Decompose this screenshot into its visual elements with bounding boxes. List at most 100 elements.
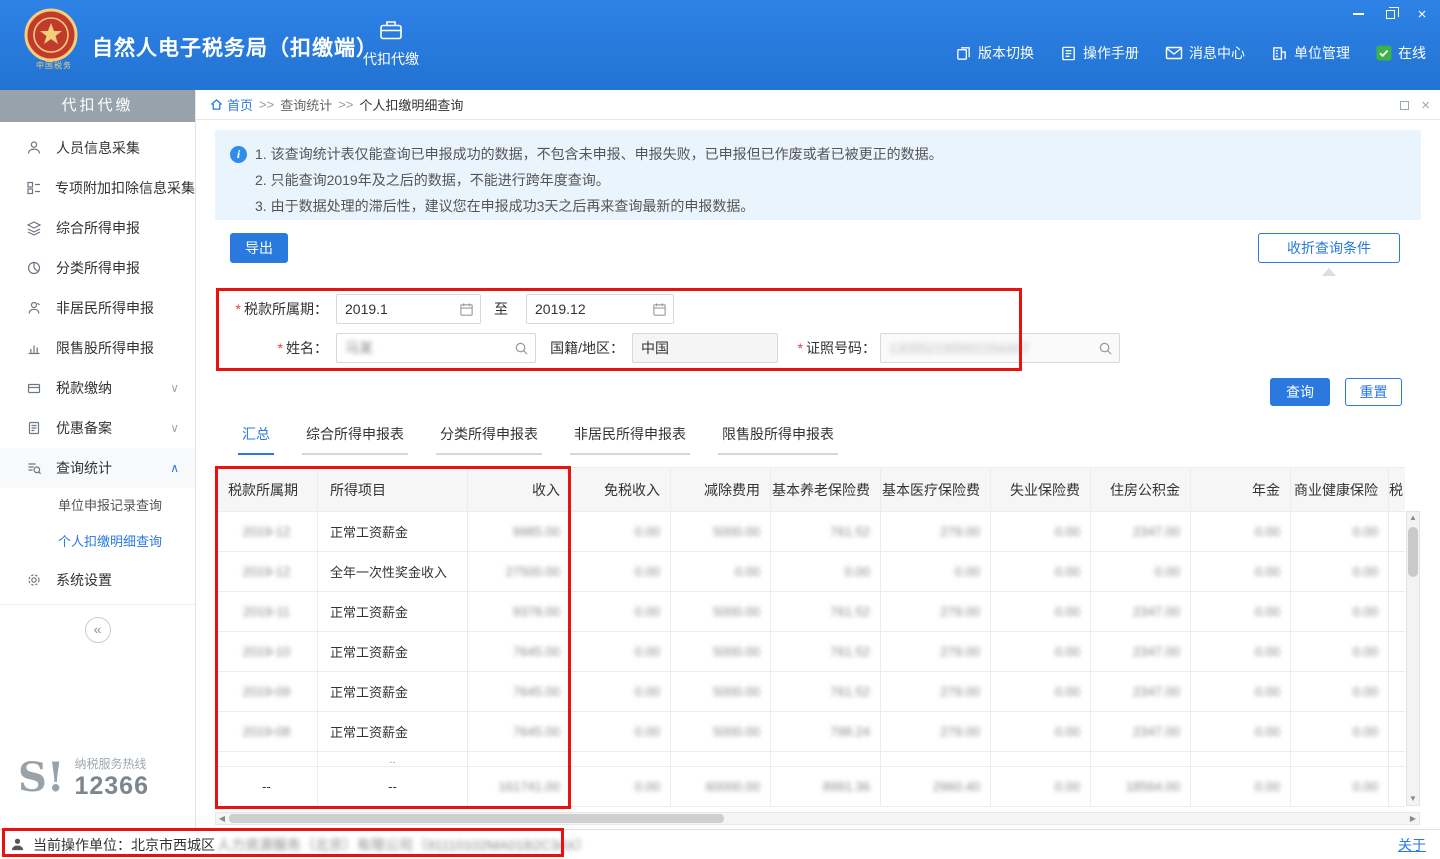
breadcrumb-home-link[interactable]: 首页 [210,95,253,114]
period-to-value: 2019.12 [535,301,586,317]
logo-caption: 中国税务 [24,60,84,71]
required-mark: * [798,340,803,356]
table-cell: 0.00 [1291,767,1389,807]
deduction-collect-icon [26,180,42,196]
horizontal-scrollbar[interactable]: ◀ ▶ [215,812,1420,825]
sidebar-item-restricted-stock-income[interactable]: 限售股所得申报 [0,328,195,368]
table-row[interactable]: 2019-09正常工资薪金7645.000.005000.00761.52279… [216,672,1406,712]
table-cell: 2019-10 [216,632,318,672]
table-cell: 0.00 [1191,512,1291,552]
sidebar-item-nonresident-income[interactable]: 非居民所得申报 [0,288,195,328]
table-cell: 279.00 [881,712,991,752]
calendar-icon[interactable] [652,302,667,317]
tab-summary[interactable]: 汇总 [238,424,274,455]
table-row[interactable]: 2019-12正常工资薪金9985.000.005000.00761.52279… [216,512,1406,552]
period-to-label: 至 [494,294,508,324]
nationality-input[interactable]: 中国 [632,333,778,363]
breadcrumb: 首页 >> 查询统计 >> 个人扣缴明细查询 × [196,90,1440,120]
required-mark: * [278,340,283,356]
table-row[interactable]: ----161741.000.0060000.008991.362960.400… [216,767,1406,807]
nav-message-center[interactable]: 消息中心 [1165,43,1245,63]
sidebar-item-classified-income[interactable]: 分类所得申报 [0,248,195,288]
sidebar-subitem-personal-withholding-detail-query[interactable]: 个人扣缴明细查询 [0,524,195,560]
query-button[interactable]: 查询 [1270,378,1330,406]
table-cell: 0.00 [571,592,671,632]
vertical-scrollbar[interactable]: ▲ ▼ [1406,511,1420,806]
nav-online-status[interactable]: 在线 [1376,43,1426,63]
restore-icon[interactable] [1382,7,1398,21]
collapse-query-button[interactable]: 收折查询条件 [1258,233,1400,263]
reset-button[interactable]: 重置 [1345,378,1402,406]
caret-up-icon [1322,268,1336,276]
table-cell [1389,632,1406,672]
export-button[interactable]: 导出 [230,233,288,263]
horizontal-scroll-thumb[interactable] [229,814,724,823]
period-from-input[interactable]: 2019.1 [336,294,481,324]
search-icon[interactable] [1098,341,1113,356]
table-row[interactable]: .. [216,752,1406,767]
search-icon[interactable] [514,341,529,356]
sidebar-item-comprehensive-income[interactable]: 综合所得申报 [0,208,195,248]
tab-nonresident-income[interactable]: 非居民所得申报表 [570,424,690,455]
table-row[interactable]: 2019-11正常工资薪金9378.000.005000.00761.52279… [216,592,1406,632]
sidebar-item-special-deduction-collect[interactable]: 专项附加扣除信息采集 [0,168,195,208]
tab-classified-income[interactable]: 分类所得申报表 [436,424,542,455]
calendar-icon[interactable] [459,302,474,317]
vertical-scroll-thumb[interactable] [1408,527,1418,577]
panel-close-icon[interactable]: × [1421,97,1430,114]
sidebar-item-tax-payment[interactable]: 税款缴纳 ∨ [0,368,195,408]
sidebar-item-personnel-collect[interactable]: 人员信息采集 [0,128,195,168]
table-row[interactable]: 2019-12全年一次性奖金收入27500.000.000.000.000.00… [216,552,1406,592]
tab-restricted-stock-income[interactable]: 限售股所得申报表 [718,424,838,455]
nav-label: 消息中心 [1189,43,1245,63]
organization-icon [1271,45,1288,62]
nav-manual[interactable]: 操作手册 [1060,43,1139,63]
chevron-up-icon: ∧ [170,461,179,475]
table-cell: 5000.00 [671,632,771,672]
table-cell: 27500.00 [468,552,571,592]
sidebar-item-query-statistics[interactable]: 查询统计 ∧ [0,448,195,488]
scroll-up-icon[interactable]: ▲ [1407,512,1419,524]
scroll-right-icon[interactable]: ▶ [1407,813,1419,824]
table-cell [671,752,771,767]
results-table: 税款所属期所得项目收入免税收入减除费用基本养老保险费基本医疗保险费失业保险费住房… [215,467,1405,807]
column-header: 减除费用 [671,468,771,512]
nav-version-switch[interactable]: 版本切换 [955,43,1034,63]
table-cell: 0.00 [1291,552,1389,592]
table-cell: 279.00 [881,672,991,712]
minimize-icon[interactable] [1350,7,1366,21]
id-number-input[interactable]: 130552199902204467 [880,333,1120,363]
scroll-left-icon[interactable]: ◀ [216,813,228,824]
table-cell: 5000.00 [671,512,771,552]
tab-comprehensive-income[interactable]: 综合所得申报表 [302,424,408,455]
panel-restore-icon[interactable] [1400,101,1409,110]
table-cell: 0.00 [1191,552,1291,592]
table-row[interactable]: 2019-10正常工资薪金7645.000.005000.00761.52279… [216,632,1406,672]
table-cell: 161741.00 [468,767,571,807]
nav-organization[interactable]: 单位管理 [1271,43,1350,63]
table-cell [1389,592,1406,632]
notice-line: 1. 该查询统计表仅能查询已申报成功的数据，不包含未申报、申报失败，已申报但已作… [255,141,1405,167]
chevron-down-icon: ∨ [170,421,179,435]
table-row[interactable]: 2019-08正常工资薪金7645.000.005000.00798.24279… [216,712,1406,752]
breadcrumb-separator: >> [259,97,274,112]
table-cell: 0.00 [991,552,1091,592]
breadcrumb-level1[interactable]: 查询统计 [280,95,332,114]
about-link[interactable]: 关于 [1398,835,1426,855]
sidebar-collapse-button[interactable]: « [85,617,111,643]
tab-withholding-module[interactable]: 代扣代缴 [352,18,430,69]
scroll-down-icon[interactable]: ▼ [1407,793,1419,805]
close-icon[interactable]: × [1414,7,1430,21]
sidebar-item-preferential-record[interactable]: 优惠备案 ∨ [0,408,195,448]
message-icon [1165,45,1183,61]
period-to-input[interactable]: 2019.12 [526,294,674,324]
table-cell: 279.00 [881,512,991,552]
person-icon [26,140,43,156]
name-input[interactable]: 马某 [336,333,536,363]
table-cell: 761.52 [771,592,881,632]
sidebar-item-system-settings[interactable]: 系统设置 [0,560,195,600]
sidebar-subitem-unit-declaration-query[interactable]: 单位申报记录查询 [0,488,195,524]
table-cell: 全年一次性奖金收入 [318,552,468,592]
table-cell: 0.00 [991,672,1091,712]
notice-box: i 1. 该查询统计表仅能查询已申报成功的数据，不包含未申报、申报失败，已申报但… [215,130,1421,220]
